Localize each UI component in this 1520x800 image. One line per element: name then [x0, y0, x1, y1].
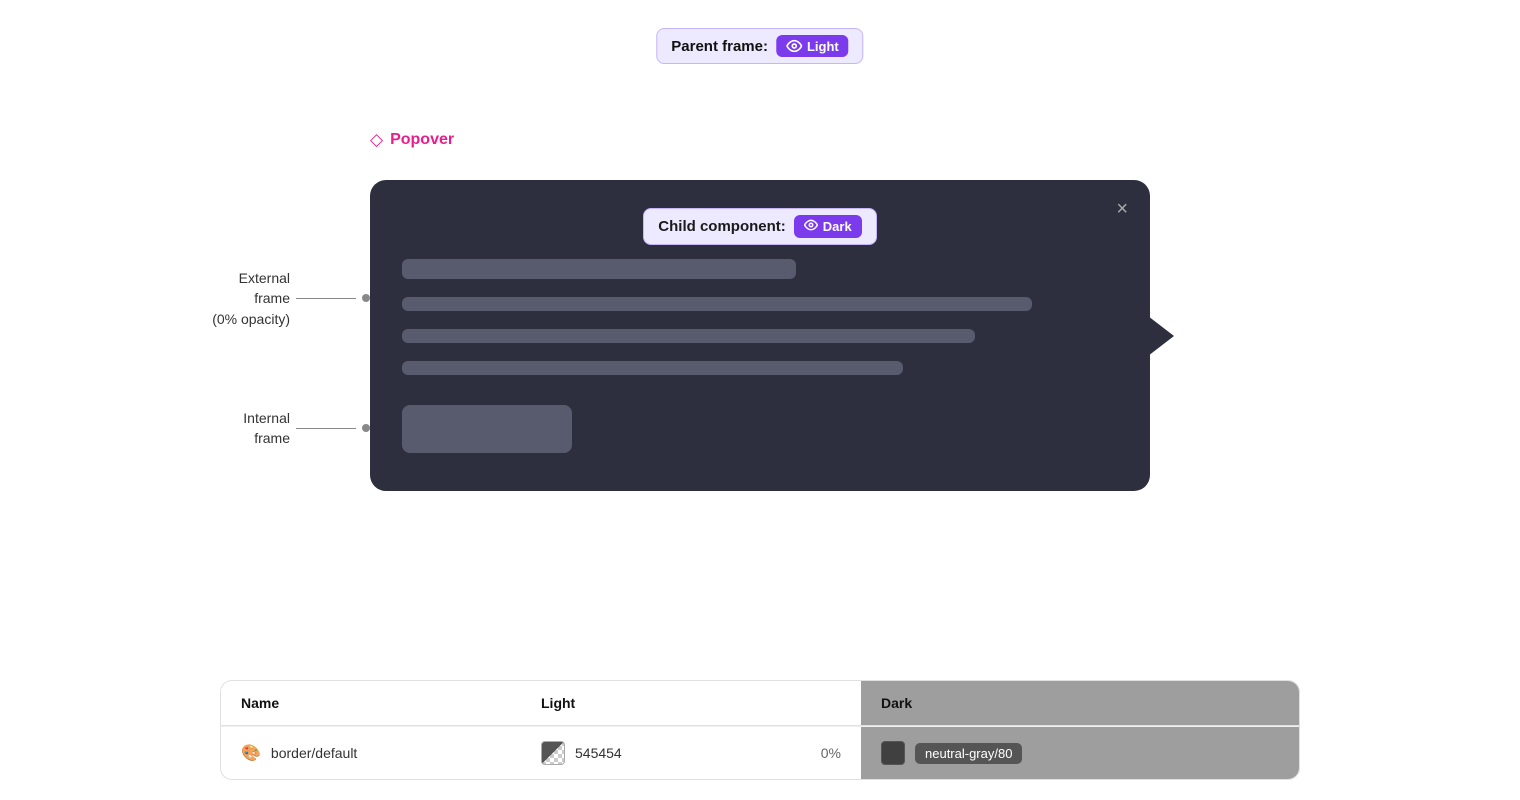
child-component-badge: Child component: Dark — [643, 208, 876, 245]
table-row: 🎨 border/default 545454 0% neutral-gray/… — [221, 726, 1299, 779]
popover-arrow — [1148, 316, 1174, 356]
dark-token-value: neutral-gray/80 — [915, 743, 1022, 764]
external-frame-text: Externalframe(0% opacity) — [160, 268, 290, 329]
light-hex-value: 545454 — [575, 745, 622, 761]
parent-theme-label: Light — [807, 39, 839, 54]
parent-frame-badge: Parent frame: Light — [656, 28, 863, 64]
color-table: Name Light Dark 🎨 border/default 545454 … — [220, 680, 1300, 780]
skeleton-line-1 — [402, 297, 1032, 311]
child-badge-row: Child component: Dark — [402, 208, 1118, 245]
palette-icon: 🎨 — [241, 743, 261, 763]
internal-frame-text: Internalframe — [200, 408, 290, 449]
cell-name: 🎨 border/default — [221, 726, 521, 779]
skeleton-line-3 — [402, 361, 903, 375]
cell-name-value: border/default — [271, 745, 357, 761]
parent-frame-label: Parent frame: — [671, 38, 768, 55]
diamond-icon: ◇ — [370, 130, 383, 150]
eye-icon — [786, 38, 802, 54]
child-eye-icon — [804, 218, 818, 235]
popover-card: × Child component: Dark — [370, 180, 1150, 491]
annotation-dot-external — [362, 294, 370, 302]
col-header-dark: Dark — [861, 681, 1299, 725]
annotation-line-internal — [296, 428, 356, 429]
popover-label: Popover — [390, 131, 454, 149]
light-opacity-value: 0% — [821, 745, 841, 761]
child-theme-pill[interactable]: Dark — [794, 215, 862, 238]
skeleton-title — [402, 259, 796, 279]
external-frame-annotation: Externalframe(0% opacity) — [160, 268, 370, 329]
cell-light: 545454 0% — [521, 726, 861, 779]
close-button[interactable]: × — [1116, 198, 1128, 221]
dark-color-swatch — [881, 741, 905, 765]
popover-section-label: ◇ Popover — [370, 130, 454, 150]
table-header: Name Light Dark — [221, 681, 1299, 726]
parent-theme-pill[interactable]: Light — [776, 35, 849, 57]
annotation-line-external — [296, 298, 356, 299]
light-color-swatch — [541, 741, 565, 765]
child-theme-label: Dark — [823, 219, 852, 234]
col-header-name: Name — [221, 681, 521, 725]
child-component-label: Child component: — [658, 218, 786, 235]
annotation-dot-internal — [362, 424, 370, 432]
skeleton-button[interactable] — [402, 405, 572, 453]
skeleton-line-2 — [402, 329, 975, 343]
internal-frame-annotation: Internalframe — [200, 408, 370, 449]
col-header-light: Light — [521, 681, 861, 725]
cell-dark: neutral-gray/80 — [861, 726, 1299, 779]
